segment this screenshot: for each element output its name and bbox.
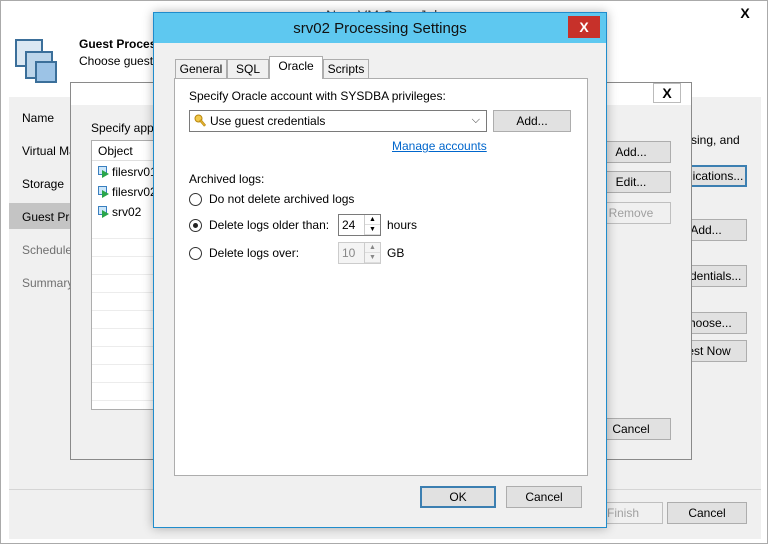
radio-delete-over[interactable]	[189, 247, 202, 260]
list-item[interactable]: filesrv01	[98, 163, 157, 181]
oracle-account-select[interactable]: Use guest credentials ⌵	[189, 110, 487, 132]
dialog-cancel-button[interactable]: Cancel	[506, 486, 582, 508]
mid-close-icon[interactable]: X	[653, 83, 681, 103]
nav-item-schedule[interactable]: Schedule	[22, 243, 72, 257]
key-icon	[194, 114, 207, 127]
stepper-arrows-icon[interactable]: ▲ ▼	[364, 243, 380, 263]
vm-icon	[98, 186, 110, 198]
over-size-value: 10	[342, 246, 356, 260]
manage-accounts-link[interactable]: Manage accounts	[392, 139, 487, 153]
nav-item-storage[interactable]: Storage	[22, 177, 64, 191]
tab-scripts[interactable]: Scripts	[323, 59, 369, 78]
tab-general[interactable]: General	[175, 59, 227, 78]
radio-delete-older-label: Delete logs older than:	[209, 218, 330, 232]
chevron-down-icon: ⌵	[471, 114, 480, 126]
older-than-stepper[interactable]: 24 ▲ ▼	[338, 214, 381, 236]
radio-delete-older[interactable]	[189, 219, 202, 232]
wizard-description-text: sing, and	[691, 133, 740, 147]
oracle-account-value: Use guest credentials	[210, 114, 326, 128]
radio-delete-over-label: Delete logs over:	[209, 246, 300, 260]
nav-item-summary[interactable]: Summary	[22, 276, 73, 290]
tab-sql[interactable]: SQL	[227, 59, 269, 78]
older-than-value: 24	[342, 218, 356, 232]
processing-settings-dialog: srv02 Processing Settings X General SQL …	[153, 12, 607, 528]
wizard-cancel-button[interactable]: Cancel	[667, 502, 747, 524]
tab-oracle[interactable]: Oracle	[269, 56, 323, 79]
archived-logs-label: Archived logs:	[189, 172, 265, 186]
dialog-title: srv02 Processing Settings	[293, 20, 467, 37]
ok-button[interactable]: OK	[420, 486, 496, 508]
stepper-arrows-icon[interactable]: ▲ ▼	[364, 215, 380, 235]
radio-do-not-delete-label: Do not delete archived logs	[209, 192, 355, 206]
dialog-close-icon[interactable]: X	[568, 16, 600, 38]
nav-item-name[interactable]: Name	[22, 111, 54, 125]
older-than-unit: hours	[387, 218, 418, 232]
vm-icon	[98, 206, 110, 218]
dialog-titlebar: srv02 Processing Settings X	[154, 13, 606, 43]
oracle-tab-panel: Specify Oracle account with SYSDBA privi…	[174, 78, 588, 476]
over-size-stepper[interactable]: 10 ▲ ▼	[338, 242, 381, 264]
radio-do-not-delete[interactable]	[189, 193, 202, 206]
wizard-close-icon[interactable]: X	[731, 4, 759, 24]
oracle-add-account-button[interactable]: Add...	[493, 110, 571, 132]
wizard-logo-icon	[15, 39, 59, 87]
list-item[interactable]: filesrv02	[98, 183, 157, 201]
over-size-unit: GB	[387, 246, 405, 260]
oracle-account-label: Specify Oracle account with SYSDBA privi…	[189, 89, 446, 103]
list-item[interactable]: srv02	[98, 203, 141, 221]
vm-icon	[98, 166, 110, 178]
